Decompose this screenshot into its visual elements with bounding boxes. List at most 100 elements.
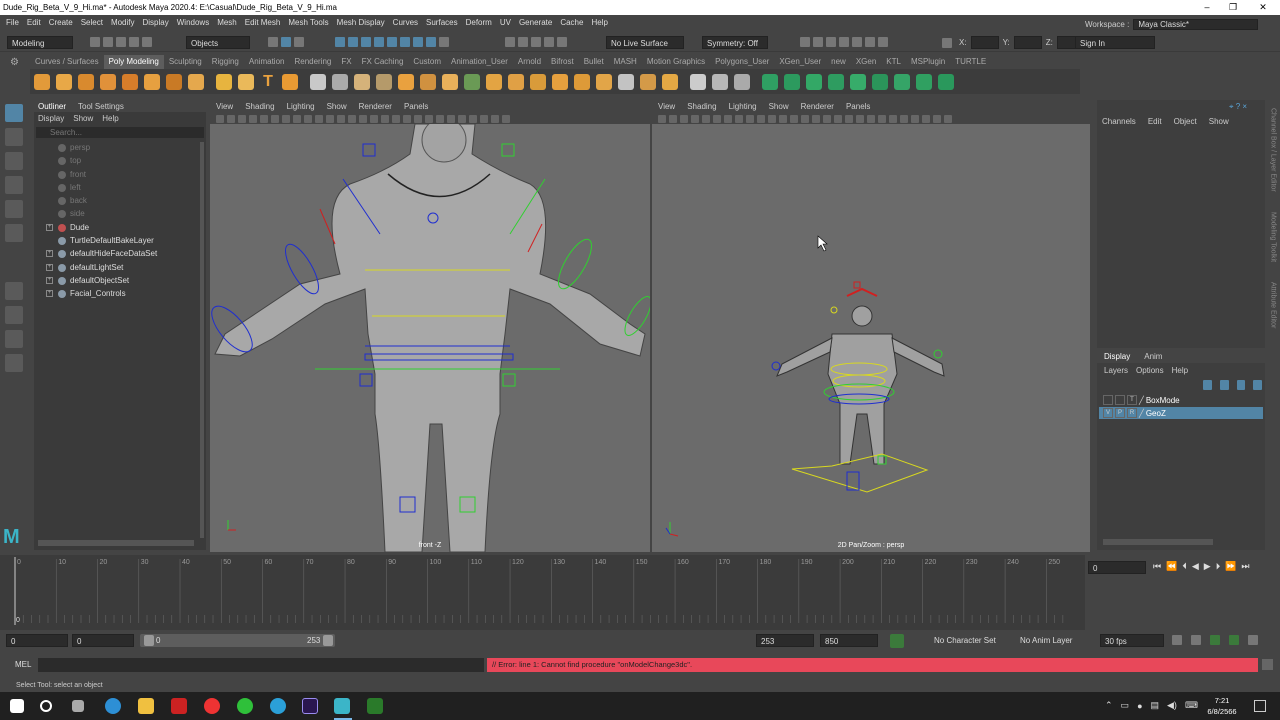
viewport-menu-show[interactable]: Show [327,102,347,111]
layer-tab-display[interactable]: Display [1104,352,1130,361]
save-scene-icon[interactable] [116,37,126,47]
separate-icon[interactable] [332,73,348,90]
color-mgmt-icon[interactable] [944,114,952,123]
shelf-tab-rendering[interactable]: Rendering [289,55,336,69]
extrude-icon[interactable] [420,73,436,90]
close-button[interactable]: ✕ [1250,0,1276,15]
layer-r-toggle[interactable]: T [1127,395,1137,405]
bevel-icon[interactable] [464,73,480,90]
sidebar-tab-modeling-toolkit[interactable]: Modeling Toolkit [1270,212,1277,262]
color-mgmt-icon[interactable] [502,114,510,123]
camera-attr-icon[interactable] [669,114,677,123]
windows-start-icon[interactable] [10,699,24,713]
layer-v-toggle[interactable] [1103,395,1113,405]
poly-platonic-icon[interactable] [188,73,204,90]
y-field[interactable] [1013,36,1042,49]
cut-uv-icon[interactable] [762,73,778,90]
playback-start-field[interactable]: 0 [72,634,134,647]
outliner-scrollbar[interactable] [200,142,204,538]
smooth-shade-icon[interactable] [348,114,356,123]
isolate-icon[interactable] [436,114,444,123]
auto-key-icon[interactable] [890,634,904,648]
tray-language-icon[interactable]: ⌨ [1185,700,1198,711]
menu-create[interactable]: Create [49,18,73,27]
connect-icon[interactable] [574,73,590,90]
maya-taskbar-icon[interactable] [334,698,350,714]
menu-edit[interactable]: Edit [27,18,41,27]
two-pane-icon[interactable] [5,330,23,348]
outliner-search-input[interactable]: Search... [36,127,204,138]
smooth-shade-icon[interactable] [790,114,798,123]
menu-cache[interactable]: Cache [560,18,583,27]
ao-icon[interactable] [834,114,842,123]
outliner-item[interactable]: + Facial_Controls [34,287,206,300]
lights-icon[interactable] [370,114,378,123]
menu-uv[interactable]: UV [500,18,511,27]
tray-volume-icon[interactable]: ◀) [1167,700,1177,711]
outliner-item[interactable]: back [34,194,206,207]
menu-display[interactable]: Display [143,18,169,27]
xray-active-icon[interactable] [911,114,919,123]
channelbox-menu-show[interactable]: Show [1209,117,1229,126]
layer-row[interactable]: V P R ╱ GeoZ [1099,407,1263,419]
select-by-deform-icon[interactable] [387,37,397,47]
menu-mesh-display[interactable]: Mesh Display [337,18,385,27]
menu-generate[interactable]: Generate [519,18,552,27]
viewport-menu-shading[interactable]: Shading [245,102,274,111]
anim-layer-dropdown[interactable]: No Anim Layer [1020,636,1072,645]
snap-grid-icon[interactable] [505,37,515,47]
shelf-tab-xgen[interactable]: XGen [851,55,881,69]
shelf-tab-motion-graphics[interactable]: Motion Graphics [642,55,710,69]
viewport-menu-lighting[interactable]: Lighting [729,102,757,111]
wireframe-icon[interactable] [337,114,345,123]
dof-icon[interactable] [867,114,875,123]
aa-icon[interactable] [856,114,864,123]
render-icon[interactable] [813,37,823,47]
film-gate-icon[interactable] [271,114,279,123]
poly-disc-icon[interactable] [166,73,182,90]
rotate-tool-icon[interactable] [5,200,23,218]
aa-icon[interactable] [414,114,422,123]
menu-surfaces[interactable]: Surfaces [426,18,458,27]
symmetrize-uv-icon[interactable] [938,73,954,90]
menu-windows[interactable]: Windows [177,18,209,27]
xray-icon[interactable] [447,114,455,123]
target-weld-icon[interactable] [552,73,568,90]
select-by-joint-icon[interactable] [348,37,358,47]
checker-icon[interactable] [894,73,910,90]
script-editor-icon[interactable] [1262,659,1273,670]
outliner-hscrollbar[interactable] [38,540,194,546]
outliner-menu-help[interactable]: Help [102,114,118,123]
outliner-item[interactable]: + defaultLightSet [34,261,206,274]
textured-icon[interactable] [801,114,809,123]
task-view-icon[interactable] [72,700,84,712]
move-tool-icon[interactable] [5,176,23,194]
poly-plane-icon[interactable] [144,73,160,90]
pause-icon[interactable] [878,37,888,47]
poly-text-icon[interactable]: T [260,73,276,90]
outliner-tab-tool-settings[interactable]: Tool Settings [78,102,124,111]
sidebar-tab-channel-box-layer-editor[interactable]: Channel Box / Layer Editor [1270,108,1277,192]
dof-icon[interactable] [425,114,433,123]
shelf-tab-poly-modeling[interactable]: Poly Modeling [103,55,164,69]
playback-end-field[interactable]: 253 [756,634,814,647]
safe-title-icon[interactable] [768,114,776,123]
live-surface-dropdown[interactable]: No Live Surface [606,36,684,49]
combine-icon[interactable] [310,73,326,90]
gate-mask-icon[interactable] [735,114,743,123]
channelbox-menu-object[interactable]: Object [1174,117,1197,126]
bridge-icon[interactable] [442,73,458,90]
select-by-handle-icon[interactable] [335,37,345,47]
character-set-dropdown[interactable]: No Character Set [934,636,996,645]
after-effects-icon[interactable] [302,698,318,714]
app-icon-red[interactable] [171,698,187,714]
resolution-gate-icon[interactable] [724,114,732,123]
tray-network-icon[interactable]: ▤ [1151,700,1160,711]
new-layer-icon[interactable] [1236,380,1246,390]
quad-draw-icon[interactable] [596,73,612,90]
menu-mesh-tools[interactable]: Mesh Tools [288,18,328,27]
merge-icon[interactable] [662,73,678,90]
xray-joints-icon[interactable] [900,114,908,123]
channelbox-menu-channels[interactable]: Channels [1102,117,1136,126]
single-pane-icon[interactable] [5,282,23,300]
